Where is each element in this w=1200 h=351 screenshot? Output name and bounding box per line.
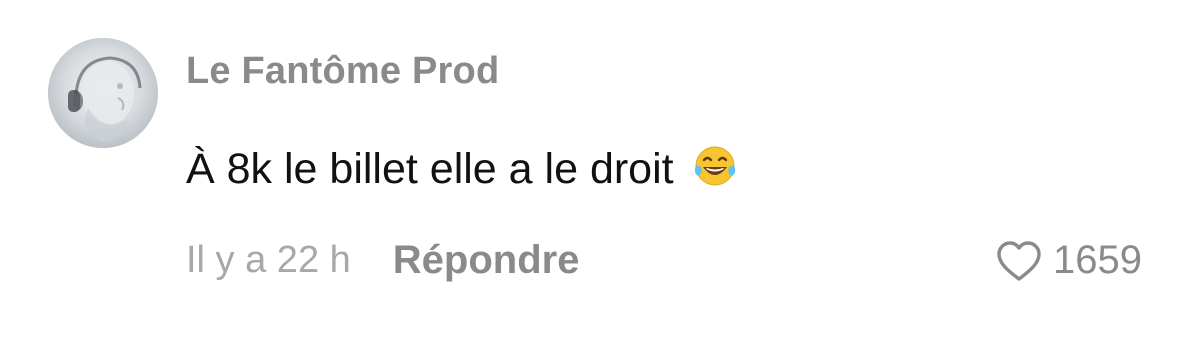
comment-text-content: À 8k le billet elle a le droit [186, 145, 674, 193]
timestamp: Il y a 22 h [186, 239, 351, 281]
comment-text: À 8k le billet elle a le droit [186, 143, 738, 200]
heart-icon[interactable] [995, 239, 1043, 283]
username[interactable]: Le Fantôme Prod [186, 50, 499, 93]
face-with-tears-of-joy-icon [692, 143, 738, 200]
like-button[interactable]: 1659 [995, 238, 1142, 283]
like-count: 1659 [1053, 238, 1142, 282]
reply-button[interactable]: Répondre [393, 238, 580, 283]
comment-item: Le Fantôme Prod À 8k le billet elle a le… [0, 0, 1200, 351]
comment-meta: Il y a 22 h Répondre [186, 238, 579, 283]
avatar[interactable] [48, 38, 158, 148]
avatar-image [48, 38, 158, 148]
